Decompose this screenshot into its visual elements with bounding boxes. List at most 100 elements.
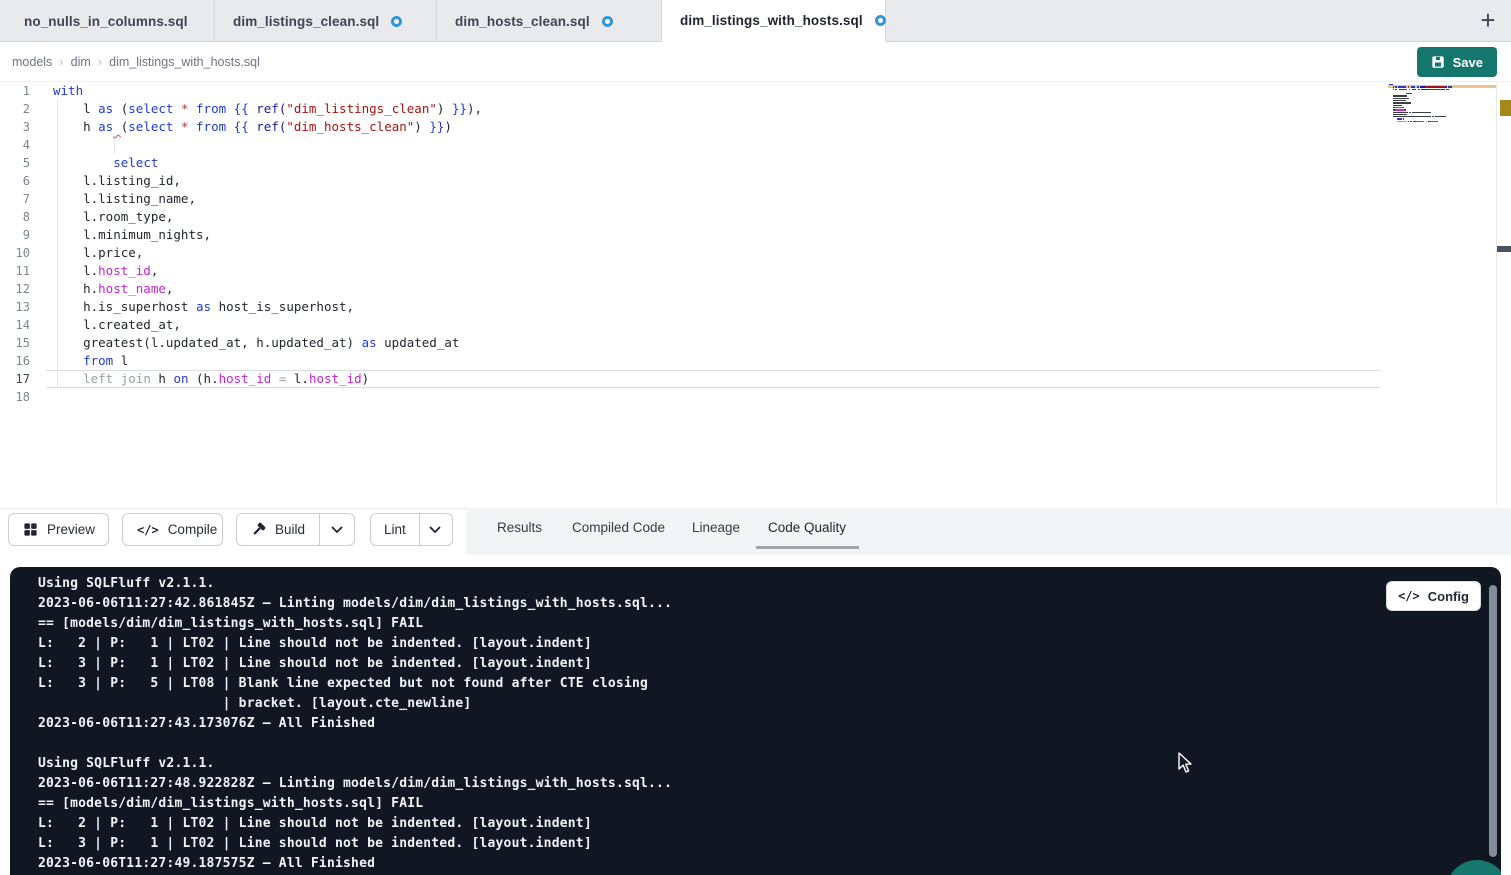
chevron-down-icon	[331, 526, 343, 534]
code-line[interactable]: l.listing_name,	[53, 190, 196, 208]
line-number: 13	[0, 298, 30, 316]
editor-tab[interactable]: dim_listings_with_hosts.sql	[662, 0, 886, 42]
tab-bar: no_nulls_in_columns.sql dim_listings_clea…	[0, 0, 1511, 42]
lint-split-button: Lint	[370, 513, 453, 546]
tab-label: dim_listings_with_hosts.sql	[680, 13, 863, 28]
code-editor[interactable]: 1 with 2 l as (select * from {{ ref("dim_l…	[0, 82, 1511, 507]
line-number: 11	[0, 262, 30, 280]
code-line[interactable]: greatest(l.updated_at, h.updated_at) as …	[53, 334, 459, 352]
code-line[interactable]: l.host_id,	[53, 262, 158, 280]
breadcrumb-item[interactable]: dim	[71, 55, 91, 69]
minimap-line	[1389, 123, 1496, 125]
minimap[interactable]	[1389, 84, 1496, 125]
hammer-icon	[251, 522, 266, 537]
line-number: 6	[0, 172, 30, 190]
build-button[interactable]: Build	[237, 514, 319, 545]
breadcrumb: models›dim›dim_listings_with_hosts.sql	[12, 53, 260, 71]
code-line[interactable]: h as (select * from {{ ref("dim_hosts_cl…	[53, 118, 452, 136]
preview-button[interactable]: Preview	[8, 513, 109, 546]
terminal-log-line: Using SQLFluff v2.1.1.	[38, 574, 672, 594]
terminal-log-line: Using SQLFluff v2.1.1.	[38, 754, 672, 774]
mouse-cursor-icon	[1178, 752, 1194, 779]
line-number: 15	[0, 334, 30, 352]
line-number: 7	[0, 190, 30, 208]
terminal-log-line: L: 3 | P: 1 | LT02 | Line should not be …	[38, 834, 672, 854]
terminal-log-line: == [models/dim/dim_listings_with_hosts.s…	[38, 794, 672, 814]
line-number: 9	[0, 226, 30, 244]
terminal-log-line: == [models/dim/dim_listings_with_hosts.s…	[38, 614, 672, 634]
new-tab-button[interactable]: +	[1471, 2, 1505, 38]
code-line[interactable]: l.price,	[53, 244, 143, 262]
tab-label: dim_listings_clean.sql	[233, 14, 379, 29]
code-icon: </>	[137, 523, 159, 537]
editor-tab[interactable]: dim_hosts_clean.sql	[437, 0, 662, 42]
line-number: 5	[0, 154, 30, 172]
overview-ruler-scroll-marker[interactable]	[1497, 246, 1511, 252]
help-fab-button[interactable]	[1446, 860, 1501, 875]
line-number: 2	[0, 100, 30, 118]
code-line[interactable]: h.host_name,	[53, 280, 173, 298]
compile-button-label: Compile	[168, 522, 218, 537]
code-line[interactable]: l.created_at,	[53, 316, 181, 334]
line-number: 14	[0, 316, 30, 334]
lint-button[interactable]: Lint	[371, 514, 419, 545]
terminal-scrollbar[interactable]	[1489, 585, 1497, 857]
save-button-label: Save	[1453, 55, 1483, 70]
code-line[interactable]: left join h on (h.host_id = l.host_id)	[53, 370, 369, 388]
preview-grid-icon	[23, 522, 38, 537]
line-number: 3	[0, 118, 30, 136]
code-line[interactable]: with	[53, 82, 83, 100]
unsaved-changes-dot-icon	[875, 15, 886, 26]
code-icon: </>	[1398, 589, 1420, 603]
save-icon	[1431, 55, 1445, 69]
indent-guide	[114, 136, 115, 154]
line-number: 18	[0, 388, 30, 406]
unsaved-changes-dot-icon	[602, 16, 613, 27]
chevron-right-icon: ›	[59, 54, 63, 69]
terminal-log-line: L: 2 | P: 1 | LT02 | Line should not be …	[38, 634, 672, 654]
terminal-log-line	[38, 734, 672, 754]
build-dropdown-button[interactable]	[319, 514, 354, 545]
config-button[interactable]: </> Config	[1386, 581, 1481, 611]
build-button-label: Build	[275, 522, 305, 537]
terminal-log-line: | bracket. [layout.cte_newline]	[38, 694, 672, 714]
code-line[interactable]: l as (select * from {{ ref("dim_listings…	[53, 100, 482, 118]
build-split-button: Build	[236, 513, 355, 546]
tab-label: dim_hosts_clean.sql	[455, 14, 590, 29]
results-tab-code-quality[interactable]: Code Quality	[768, 520, 846, 535]
line-number: 10	[0, 244, 30, 262]
config-button-label: Config	[1428, 589, 1469, 604]
breadcrumb-item[interactable]: dim_listings_with_hosts.sql	[109, 55, 260, 69]
editor-tab[interactable]: no_nulls_in_columns.sql	[0, 0, 215, 42]
lint-dropdown-button[interactable]	[419, 514, 450, 545]
terminal-log: Using SQLFluff v2.1.1.2023-06-06T11:27:4…	[38, 574, 672, 874]
line-number: 4	[0, 136, 30, 154]
active-tab-underline	[756, 546, 859, 549]
line-number: 8	[0, 208, 30, 226]
chevron-down-icon	[429, 526, 441, 534]
line-number: 17	[0, 370, 30, 388]
lint-button-label: Lint	[384, 522, 406, 537]
code-line[interactable]: h.is_superhost as host_is_superhost,	[53, 298, 354, 316]
editor-tab[interactable]: dim_listings_clean.sql	[215, 0, 437, 42]
results-tab-results[interactable]: Results	[497, 520, 542, 535]
breadcrumb-item[interactable]: models	[12, 55, 52, 69]
compile-button[interactable]: </> Compile	[122, 513, 223, 546]
plus-icon: +	[1480, 5, 1495, 36]
terminal-log-line: 2023-06-06T11:27:48.922828Z — Linting mo…	[38, 774, 672, 794]
terminal-log-line: 2023-06-06T11:27:49.187575Z — All Finish…	[38, 854, 672, 874]
terminal-output-panel[interactable]: Using SQLFluff v2.1.1.2023-06-06T11:27:4…	[10, 567, 1501, 875]
line-number: 1	[0, 82, 30, 100]
code-line[interactable]: l.room_type,	[53, 208, 173, 226]
code-line[interactable]: select	[53, 154, 158, 172]
minimap-divider	[1496, 84, 1497, 505]
results-tab-lineage[interactable]: Lineage	[692, 520, 740, 535]
code-line[interactable]: l.listing_id,	[53, 172, 181, 190]
terminal-log-line: 2023-06-06T11:27:43.173076Z — All Finish…	[38, 714, 672, 734]
overview-ruler-warning-marker	[1500, 100, 1511, 116]
code-line[interactable]: l.minimum_nights,	[53, 226, 211, 244]
code-line[interactable]: from l	[53, 352, 128, 370]
unsaved-changes-dot-icon	[391, 16, 402, 27]
results-tab-compiled-code[interactable]: Compiled Code	[572, 520, 665, 535]
save-button[interactable]: Save	[1417, 47, 1497, 77]
